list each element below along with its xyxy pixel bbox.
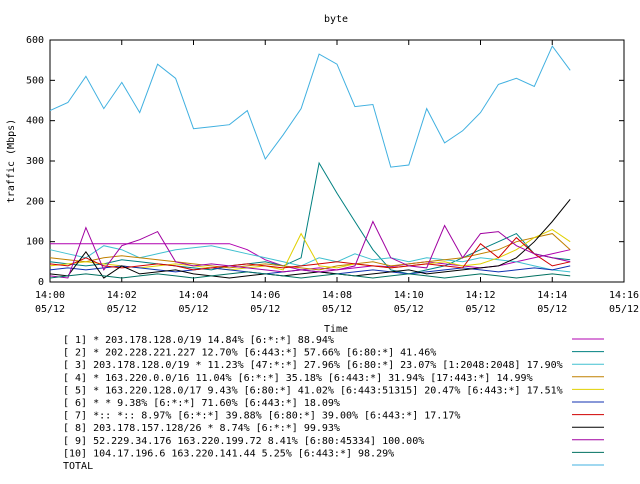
legend: [ 1] * 203.178.128.0/19 14.84% [6:*:*] 8… [63,335,604,472]
series-line-7 [49,236,571,271]
y-tick-label: 300 [26,156,44,167]
x-tick-date: 05/12 [394,304,424,315]
x-tick-date: 05/12 [322,304,352,315]
x-tick-time: 14:16 [609,290,639,301]
series-line-11 [49,45,571,168]
x-tick-date: 05/12 [537,304,567,315]
x-tick-time: 14:10 [394,290,424,301]
x-tick-time: 14:02 [107,290,137,301]
legend-label: [ 9] 52.229.34.176 163.220.199.72 8.41% … [63,436,424,447]
y-axis: 0 100 200 300 400 500 600 [26,35,624,288]
y-tick-label: 0 [38,277,44,288]
legend-label: [ 3] 203.178.128.0/19 * 11.23% [47:*:*] … [63,360,563,371]
x-tick-date: 05/12 [465,304,495,315]
y-tick-label: 400 [26,116,44,127]
x-tick-date: 05/12 [178,304,208,315]
legend-label: [ 5] * 163.220.128.0/17 9.43% [6:80:*] 4… [63,385,563,396]
legend-label: [ 4] * 163.220.0.0/16 11.04% [6:*:*] 35.… [63,373,533,384]
x-tick-time: 14:14 [537,290,567,301]
legend-label: [ 8] 203.178.157.128/26 * 8.74% [6:*:*] … [63,423,340,434]
x-tick-time: 14:04 [178,290,208,301]
y-tick-label: 100 [26,237,44,248]
y-axis-label: traffic (Mbps) [6,119,17,203]
legend-label: [10] 104.17.196.6 163.220.141.44 5.25% [… [63,448,394,459]
x-tick-date: 05/12 [35,304,65,315]
x-tick-time: 14:08 [322,290,352,301]
series-lines [49,45,571,279]
x-tick-date: 05/12 [250,304,280,315]
x-tick-date: 05/12 [107,304,137,315]
x-tick-time: 14:00 [35,290,65,301]
y-tick-label: 500 [26,75,44,86]
x-axis-label: Time [324,324,348,335]
plot-frame [49,39,625,283]
x-tick-time: 14:12 [465,290,495,301]
x-tick-date: 05/12 [609,304,639,315]
chart: byte traffic (Mbps) Time 0 100 200 300 400 50… [6,14,639,472]
chart-title: byte [324,14,348,25]
legend-label: [ 1] * 203.178.128.0/19 14.84% [6:*:*] 8… [63,335,334,346]
legend-label: [ 6] * * 9.38% [6:*:*] 71.60% [6:443:*] … [63,398,340,409]
legend-label: [ 7] *:: *:: 8.97% [6:*:*] 39.88% [6:80:… [63,411,460,422]
series-line-2 [49,161,571,275]
y-tick-label: 600 [26,35,44,46]
y-tick-label: 200 [26,196,44,207]
legend-label: TOTAL [63,461,93,472]
x-tick-time: 14:06 [250,290,280,301]
legend-label: [ 2] * 202.228.221.227 12.70% [6:443:*] … [63,348,436,359]
series-line-5 [49,229,571,271]
